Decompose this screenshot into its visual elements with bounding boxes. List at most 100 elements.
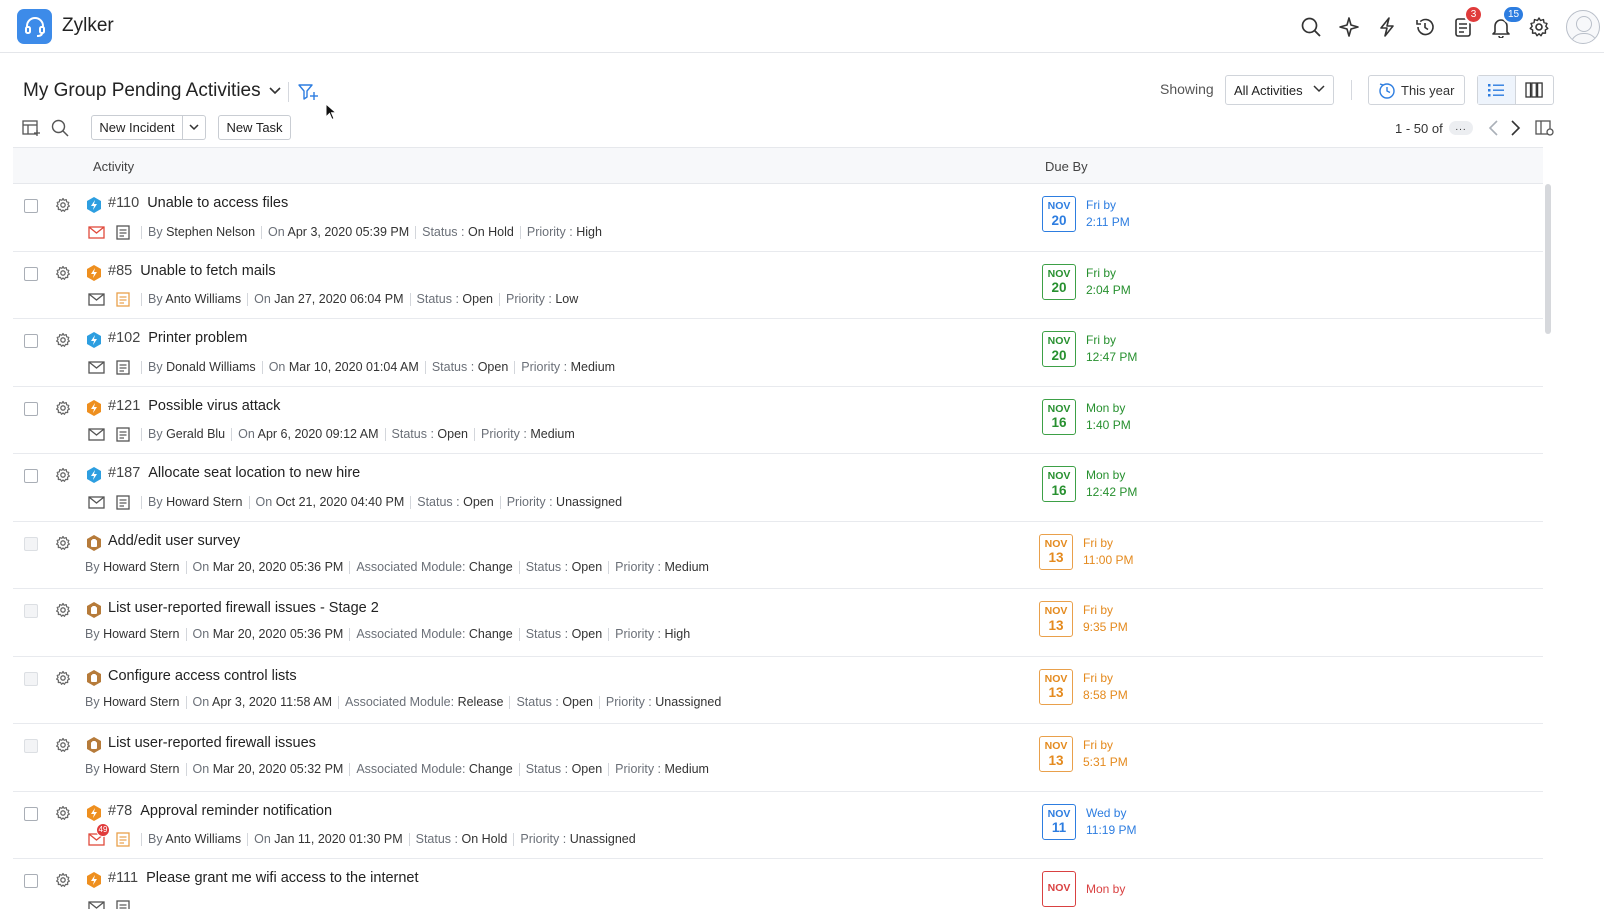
due-day: 13 (1048, 617, 1064, 633)
table-row[interactable]: #102 Printer problem By Donald Williams On … (13, 319, 1543, 387)
table-row[interactable]: List user-reported firewall issues By How… (13, 724, 1543, 792)
tasks-icon[interactable]: 3 (1444, 0, 1483, 53)
activity-title[interactable]: #111 Please grant me wifi access to the i… (108, 870, 419, 886)
mail-icon[interactable] (87, 493, 105, 511)
activity-title[interactable]: #110 Unable to access files (108, 195, 288, 211)
due-time: 2:04 PM (1086, 282, 1131, 297)
table-row[interactable]: #187 Allocate seat location to new hire By… (13, 454, 1543, 522)
notes-icon[interactable] (114, 426, 132, 444)
activity-title-text: Add/edit user survey (108, 532, 241, 549)
table-row[interactable]: #121 Possible virus attack By Gerald Blu On… (13, 387, 1543, 454)
activity-title[interactable]: #85 Unable to fetch mails (108, 263, 276, 279)
activity-title-text: List user-reported firewall issues - Sta… (108, 600, 379, 616)
notes-icon[interactable] (114, 493, 132, 511)
row-actions-gear-icon[interactable] (55, 332, 71, 351)
activity-title[interactable]: #102 Printer problem (108, 330, 247, 346)
notes-icon[interactable] (114, 291, 132, 309)
incident-icon (85, 399, 103, 417)
mail-icon[interactable] (87, 426, 105, 444)
created-by: By Anto Williams (141, 833, 247, 846)
scrollbar[interactable] (1545, 184, 1551, 334)
mail-icon[interactable] (87, 291, 105, 309)
notes-icon[interactable] (114, 358, 132, 376)
date-filter-button[interactable]: This year (1368, 75, 1465, 105)
search-icon[interactable] (1292, 0, 1330, 53)
notes-icon[interactable] (114, 223, 132, 241)
list-view-icon[interactable] (1478, 76, 1516, 104)
row-actions-gear-icon[interactable] (55, 400, 71, 419)
row-checkbox[interactable] (24, 266, 38, 281)
row-actions-gear-icon[interactable] (55, 670, 71, 689)
activity-title[interactable]: Add/edit user survey (108, 533, 240, 549)
row-actions-gear-icon[interactable] (55, 265, 71, 284)
due-weekday: Fri by (1086, 198, 1116, 212)
table-row[interactable]: #78 Approval reminder notification 49 By An… (13, 792, 1543, 859)
brand-logo[interactable] (17, 9, 52, 44)
row-checkbox[interactable] (24, 806, 38, 821)
column-chooser-icon[interactable] (21, 118, 41, 138)
zia-icon[interactable] (1330, 0, 1368, 53)
row-actions-gear-icon[interactable] (55, 872, 71, 891)
priority-field-value: Medium (664, 559, 709, 574)
activity-title[interactable]: #121 Possible virus attack (108, 398, 280, 414)
table-settings-icon[interactable] (1535, 119, 1555, 137)
previous-page-icon[interactable] (1486, 119, 1502, 137)
due-by: NOV 16 Mon by 12:42 PM (1042, 466, 1137, 502)
history-icon[interactable] (1406, 0, 1444, 53)
created-by-label: By (85, 762, 100, 776)
notifications-icon[interactable]: 15 (1482, 0, 1526, 53)
new-incident-dropdown[interactable] (182, 115, 206, 140)
activity-title[interactable]: List user-reported firewall issues - Sta… (108, 600, 379, 616)
search-icon[interactable] (50, 118, 70, 138)
table-row[interactable]: #111 Please grant me wifi access to the i… (13, 859, 1543, 909)
column-header-activity[interactable]: Activity (93, 159, 134, 174)
activity-title[interactable]: #78 Approval reminder notification (108, 803, 332, 819)
due-day: 11 (1051, 820, 1067, 835)
mail-icon[interactable]: 49 (87, 822, 110, 849)
table-row[interactable]: Add/edit user survey By Howard Stern On Ma… (13, 522, 1543, 589)
row-checkbox[interactable] (24, 874, 38, 888)
priority-field-value: High (664, 627, 691, 641)
row-actions-gear-icon[interactable] (55, 197, 71, 216)
kanban-view-icon[interactable] (1516, 76, 1554, 104)
view-selector[interactable]: My Group Pending Activities (23, 80, 281, 102)
row-checkbox[interactable] (24, 334, 38, 348)
table-row[interactable]: #110 Unable to access files By Stephen Nel… (13, 184, 1543, 252)
due-time: 5:31 PM (1083, 755, 1128, 769)
table-row[interactable]: Configure access control lists By Howard … (13, 657, 1543, 724)
row-actions-gear-icon[interactable] (55, 467, 71, 486)
created-by-value: Howard Stern (103, 694, 180, 709)
row-checkbox[interactable] (24, 199, 38, 213)
notes-icon[interactable] (114, 831, 132, 849)
total-count-button[interactable]: ... (1449, 121, 1473, 135)
row-actions-gear-icon[interactable] (55, 535, 71, 554)
mail-icon[interactable] (87, 358, 105, 376)
row-checkbox[interactable] (24, 401, 38, 416)
row-actions-gear-icon[interactable] (55, 737, 71, 756)
due-weekday: Mon by (1086, 468, 1126, 482)
mail-icon[interactable] (87, 898, 105, 909)
activity-title[interactable]: #187 Allocate seat location to new hire (108, 465, 360, 481)
activity-title[interactable]: Configure access control lists (108, 668, 297, 684)
row-actions-gear-icon[interactable] (55, 805, 71, 824)
user-avatar[interactable] (1566, 9, 1600, 44)
add-filter-icon[interactable] (297, 81, 319, 103)
row-checkbox[interactable] (24, 469, 38, 483)
next-page-icon[interactable] (1507, 119, 1523, 137)
new-task-button[interactable]: New Task (218, 115, 291, 140)
table-row[interactable]: List user-reported firewall issues - Sta… (13, 589, 1543, 657)
table-row[interactable]: #85 Unable to fetch mails By Anto Williams… (13, 252, 1543, 319)
settings-icon[interactable] (1520, 0, 1558, 53)
activity-title[interactable]: List user-reported firewall issues (108, 735, 316, 751)
brand-name: Zylker (62, 15, 114, 36)
created-on: On Apr 3, 2020 05:39 PM (261, 225, 415, 239)
column-header-due-by[interactable]: Due By (1045, 159, 1088, 174)
quick-actions-icon[interactable] (1368, 0, 1406, 53)
clock-icon (1379, 83, 1395, 99)
row-actions-gear-icon[interactable] (55, 602, 71, 621)
activity-filter-select[interactable]: All Activities (1225, 75, 1334, 105)
mail-icon[interactable] (87, 223, 105, 241)
status-field: Status : Open (518, 628, 608, 641)
notes-icon[interactable] (114, 898, 132, 909)
new-incident-button[interactable]: New Incident (91, 115, 183, 140)
